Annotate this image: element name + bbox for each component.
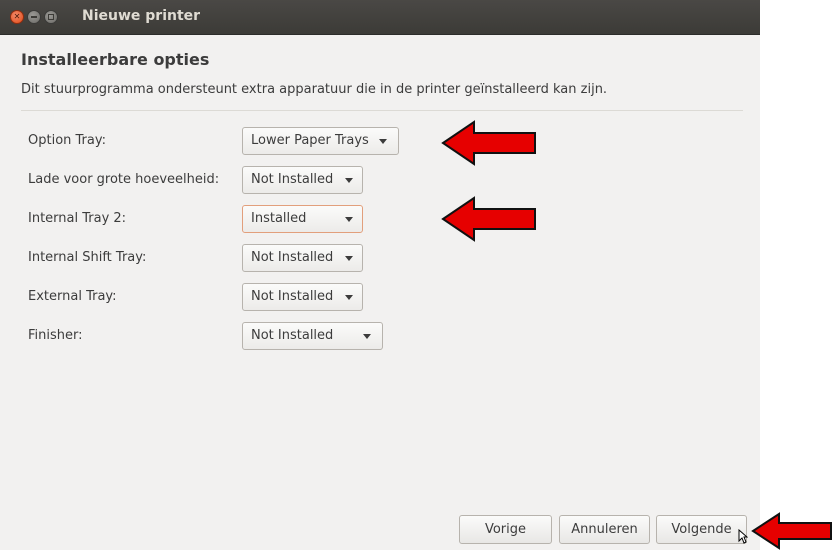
chevron-down-icon [379,139,387,144]
minimize-icon[interactable] [27,10,41,24]
chevron-down-icon [363,334,371,339]
back-button[interactable]: Vorige [459,515,552,544]
external-tray-value: Not Installed [251,289,334,304]
chevron-down-icon [345,295,353,300]
internal-shift-tray-value: Not Installed [251,250,334,265]
external-tray-label: External Tray: [28,289,117,304]
page-title: Installeerbare opties [21,50,210,69]
window-title: Nieuwe printer [82,8,201,24]
large-capacity-tray-value: Not Installed [251,172,334,187]
finisher-value: Not Installed [251,328,334,343]
large-capacity-tray-dropdown[interactable]: Not Installed [242,166,363,194]
annotation-arrow-left [441,120,536,166]
internal-tray-2-dropdown[interactable]: Installed [242,205,363,233]
close-icon[interactable] [10,10,24,24]
finisher-label: Finisher: [28,328,83,343]
separator [21,110,743,111]
cancel-button[interactable]: Annuleren [559,515,650,544]
page-description: Dit stuurprogramma ondersteunt extra app… [21,82,608,97]
annotation-arrow-left [441,196,536,242]
option-tray-dropdown[interactable]: Lower Paper Trays [242,127,399,155]
chevron-down-icon [345,256,353,261]
external-tray-dropdown[interactable]: Not Installed [242,283,363,311]
internal-shift-tray-label: Internal Shift Tray: [28,250,147,265]
next-button[interactable]: Volgende [656,515,747,544]
maximize-icon[interactable] [44,10,58,24]
option-tray-label: Option Tray: [28,133,106,148]
option-tray-value: Lower Paper Trays [251,133,369,148]
chevron-down-icon [345,178,353,183]
chevron-down-icon [345,217,353,222]
title-bar: Nieuwe printer [0,0,760,35]
internal-tray-2-label: Internal Tray 2: [28,211,127,226]
internal-shift-tray-dropdown[interactable]: Not Installed [242,244,363,272]
mouse-cursor-icon [738,529,748,544]
printer-dialog-window: Nieuwe printer Installeerbare opties Dit… [0,0,760,550]
finisher-dropdown[interactable]: Not Installed [242,322,383,350]
internal-tray-2-value: Installed [251,211,307,226]
large-capacity-tray-label: Lade voor grote hoeveelheid: [28,172,220,187]
annotation-arrow-left [751,512,832,550]
